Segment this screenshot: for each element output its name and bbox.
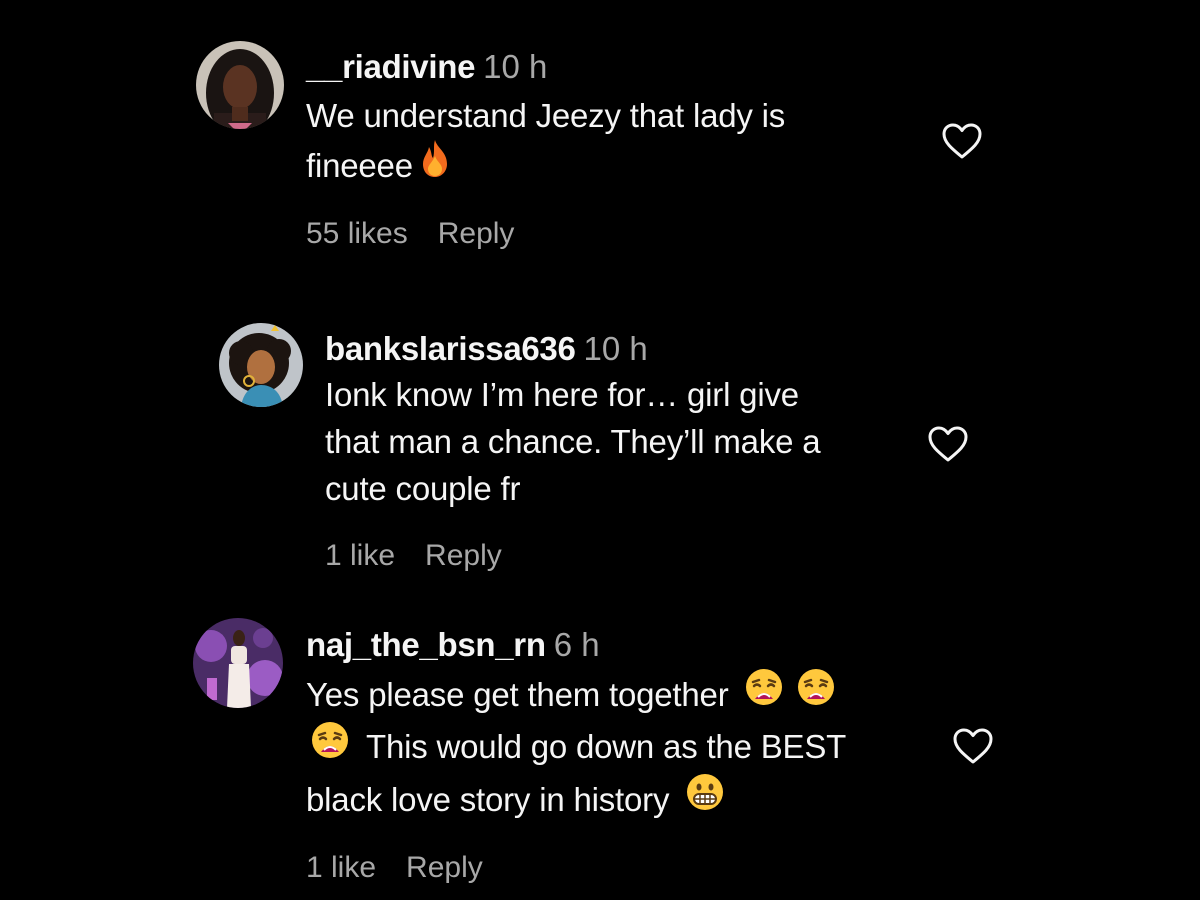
comment-text-segment: Yes please get them together: [306, 676, 729, 713]
avatar-image: [219, 323, 303, 407]
reply-button[interactable]: Reply: [425, 536, 502, 576]
avatar[interactable]: [193, 618, 283, 708]
weary-face-emoji: [310, 720, 350, 774]
comment-header: naj_the_bsn_rn 6 h: [306, 623, 846, 667]
heart-outline-icon[interactable]: [927, 425, 969, 468]
weary-face-emoji: [796, 667, 836, 721]
comment-text-line: Ionk know I’m here for… girl give: [325, 376, 799, 413]
reply-button[interactable]: Reply: [438, 214, 515, 254]
comment-text-line: This would go down as the BEST: [306, 721, 846, 773]
comment-meta: 1 like Reply: [325, 536, 820, 576]
heart-outline-icon[interactable]: [952, 727, 994, 770]
avatar[interactable]: [219, 323, 303, 407]
username[interactable]: __riadivine: [306, 48, 475, 85]
fire-emoji: [419, 138, 451, 192]
weary-face-emoji: [744, 667, 784, 721]
likes-count[interactable]: 55 likes: [306, 214, 408, 254]
comment-header: __riadivine 10 h: [306, 45, 785, 89]
heart-outline-icon[interactable]: [941, 122, 983, 165]
comment-text: We understand Jeezy that lady is fineeee: [306, 91, 785, 192]
timestamp: 10 h: [583, 330, 648, 367]
reply-button[interactable]: Reply: [406, 848, 483, 888]
comment-text-line: We understand Jeezy that lady is: [306, 97, 786, 134]
comment-text-line: black love story in history: [306, 772, 846, 826]
username[interactable]: naj_the_bsn_rn: [306, 626, 546, 663]
comment-text-line: cute couple fr: [325, 470, 521, 507]
grimacing-face-emoji: [685, 772, 725, 826]
comment-meta: 55 likes Reply: [306, 214, 785, 254]
likes-count[interactable]: 1 like: [306, 848, 376, 888]
comment-text-line: that man a chance. They’ll make a: [325, 423, 821, 460]
timestamp: 6 h: [553, 626, 600, 663]
comment-text-segment: fineeee: [306, 147, 413, 184]
comment-header: bankslarissa636 10 h: [325, 327, 820, 371]
comment-text-line: Yes please get them together: [306, 669, 846, 721]
avatar-image: [193, 618, 283, 708]
avatar[interactable]: [196, 41, 284, 129]
comment-text: Ionk know I’m here for… girl give that m…: [325, 371, 821, 512]
avatar-image: [196, 41, 284, 129]
likes-count[interactable]: 1 like: [325, 536, 395, 576]
timestamp: 10 h: [483, 48, 548, 85]
comment-text-segment: black love story in history: [306, 780, 670, 818]
comment-meta: 1 like Reply: [306, 848, 846, 888]
comment-text: Yes please get them together This would …: [306, 669, 846, 826]
comment-text-segment: This would go down as the BEST: [366, 728, 847, 766]
comment-text-line: fineeee: [306, 138, 785, 192]
username[interactable]: bankslarissa636: [325, 330, 576, 367]
